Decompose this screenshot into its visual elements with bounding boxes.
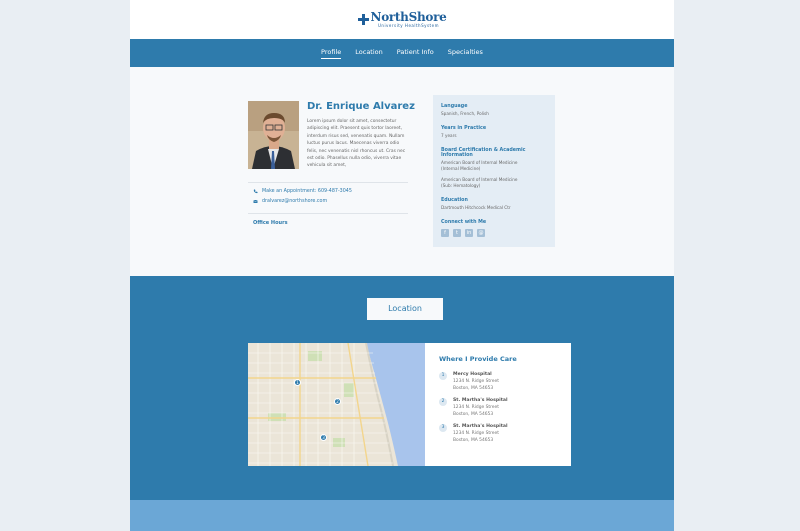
hospital-item[interactable]: 1 Mercy Hospital 1234 N. Ridge Street Bo…	[439, 371, 557, 392]
hospital-item[interactable]: 2 St. Martha's Hospital 1234 N. Ridge St…	[439, 397, 557, 418]
info-panel: Language Spanish, French, Polish Years i…	[433, 95, 555, 247]
email-social-icon[interactable]: @	[477, 229, 485, 237]
education-heading: Education	[441, 198, 468, 203]
office-hours-link[interactable]: Office Hours	[253, 220, 288, 226]
hospital-name: St. Martha's Hospital	[453, 424, 508, 429]
divider	[248, 213, 408, 214]
linkedin-icon[interactable]: in	[465, 229, 473, 237]
page: NorthShore University HealthSystem Profi…	[130, 0, 674, 531]
hospital-city: Boston, MA 54653	[453, 412, 494, 417]
location-map[interactable]: 1 2 3	[248, 343, 425, 466]
years-heading: Years in Practice	[441, 126, 487, 131]
education-value: Dartmouth Hitchcock Medical Ctr	[441, 205, 511, 210]
location-button[interactable]: Location	[367, 298, 443, 320]
language-value: Spanish, French, Polish	[441, 111, 489, 116]
hospital-street: 1234 N. Ridge Street	[453, 405, 499, 410]
certification-line: (Sub: Hematology)	[441, 183, 481, 188]
years-block: Years in Practice 7 years	[441, 126, 547, 139]
profile-section: Dr. Enrique Alvarez Lorem ipsum dolor si…	[130, 67, 674, 276]
footer-band	[130, 500, 674, 531]
hospital-number: 3	[439, 424, 447, 432]
facebook-icon[interactable]: f	[441, 229, 449, 237]
hospital-number: 1	[439, 372, 447, 380]
hospital-number: 2	[439, 398, 447, 406]
social-links: f t in @	[441, 229, 547, 237]
doctor-name: Dr. Enrique Alvarez	[307, 101, 415, 112]
email-link[interactable]: dralvarez@northshore.com	[253, 199, 327, 204]
language-heading: Language	[441, 104, 468, 109]
nav-profile[interactable]: Profile	[321, 48, 342, 59]
hospital-name: Mercy Hospital	[453, 372, 492, 377]
hospital-street: 1234 N. Ridge Street	[453, 379, 499, 384]
phone-link[interactable]: Make an Appointment: 609-487-3045	[253, 189, 352, 194]
twitter-icon[interactable]: t	[453, 229, 461, 237]
care-title: Where I Provide Care	[439, 355, 517, 363]
hospital-city: Boston, MA 54653	[453, 438, 494, 443]
location-card: 1 2 3 Where I Provide Care 1 Mercy Hospi…	[248, 343, 571, 466]
doctor-portrait-icon	[248, 101, 299, 169]
hospital-name: St. Martha's Hospital	[453, 398, 508, 403]
certification-line: (Internal Medicine)	[441, 166, 481, 171]
certification-heading: Board Certification & Academic Informati…	[441, 148, 526, 158]
hospital-city: Boston, MA 54653	[453, 386, 494, 391]
divider	[248, 182, 408, 183]
location-section: Location 1 2 3 Where I Provide Care 1 Me…	[130, 276, 674, 501]
hospital-street: 1234 N. Ridge Street	[453, 431, 499, 436]
language-block: Language Spanish, French, Polish	[441, 104, 547, 117]
map-pin-1[interactable]: 1	[294, 379, 301, 386]
connect-block: Connect with Me f t in @	[441, 220, 547, 237]
logo-subtitle: University HealthSystem	[377, 23, 439, 28]
hospital-item[interactable]: 3 St. Martha's Hospital 1234 N. Ridge St…	[439, 423, 557, 444]
phone-text: Make an Appointment: 609-487-3045	[262, 189, 352, 194]
nav-location[interactable]: Location	[355, 48, 383, 58]
site-header: NorthShore University HealthSystem	[130, 0, 674, 39]
phone-icon	[253, 189, 258, 194]
cross-logo-icon	[357, 14, 369, 25]
email-text: dralvarez@northshore.com	[262, 199, 328, 204]
nav-patient-info[interactable]: Patient Info	[397, 48, 434, 58]
education-block: Education Dartmouth Hitchcock Medical Ct…	[441, 198, 547, 211]
doctor-photo	[248, 101, 299, 169]
map-pin-2[interactable]: 2	[334, 398, 341, 405]
years-value: 7 years	[441, 133, 457, 138]
doctor-bio: Lorem ipsum dolor sit amet, consectetur …	[307, 119, 406, 169]
mail-icon	[253, 199, 258, 203]
map-pin-3[interactable]: 3	[320, 434, 327, 441]
nav-specialties[interactable]: Specialties	[448, 48, 483, 58]
main-nav: Profile Location Patient Info Specialtie…	[130, 39, 674, 67]
logo-name: NorthShore	[370, 10, 447, 24]
connect-heading: Connect with Me	[441, 220, 487, 225]
northshore-logo[interactable]: NorthShore University HealthSystem	[357, 10, 447, 28]
certification-block: Board Certification & Academic Informati…	[441, 148, 547, 189]
care-list: Where I Provide Care 1 Mercy Hospital 12…	[425, 343, 571, 466]
